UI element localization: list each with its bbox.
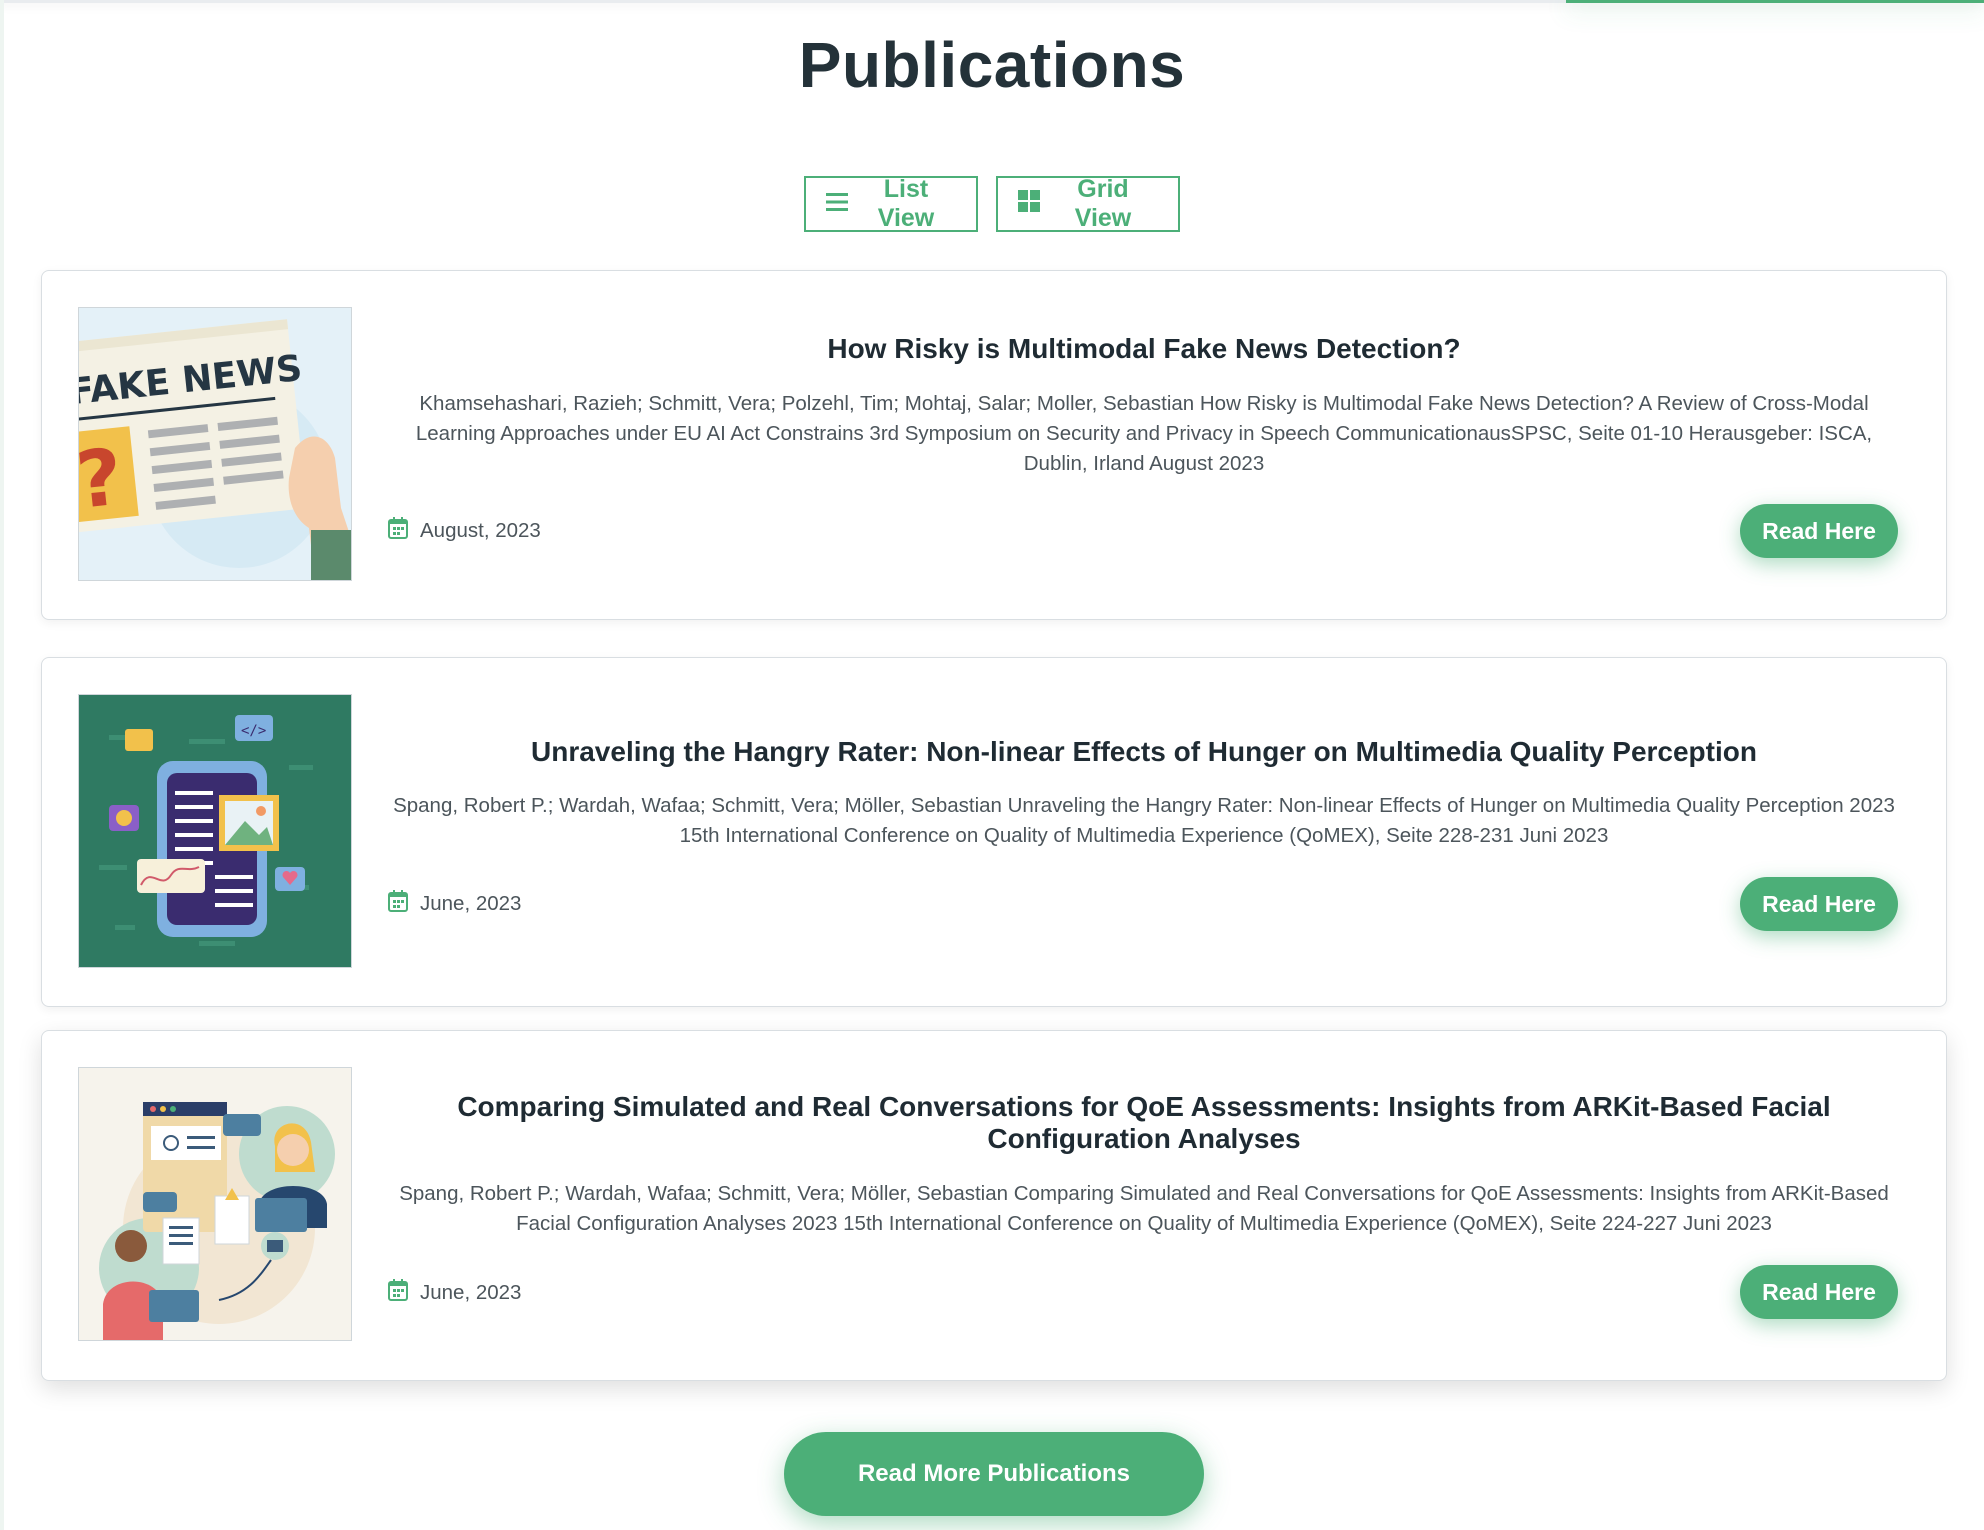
- read-here-button[interactable]: Read Here: [1740, 504, 1898, 558]
- publication-card: Comparing Simulated and Real Conversatio…: [41, 1030, 1947, 1381]
- publication-card: </> Unraveling the Hangry Rater: Non-lin…: [41, 657, 1947, 1007]
- multimedia-thumbnail: </>: [78, 694, 352, 968]
- publications-page: Publications List View Grid View FAKE NE…: [0, 0, 1984, 1530]
- list-view-label: List View: [877, 175, 935, 232]
- publication-description: Spang, Robert P.; Wardah, Wafaa; Schmitt…: [393, 794, 1895, 847]
- list-view-button[interactable]: List View: [804, 175, 978, 232]
- conversation-thumbnail: [78, 1067, 352, 1341]
- page-title: Publications: [798, 29, 1186, 101]
- date-label: June, 2023: [420, 1281, 522, 1304]
- date-label: June, 2023: [420, 892, 522, 915]
- grid-icon: [1018, 189, 1040, 219]
- svg-text:</>: </>: [241, 723, 266, 739]
- publication-title: How Risky is Multimodal Fake News Detect…: [827, 333, 1461, 364]
- calendar-icon: [388, 890, 408, 918]
- publication-date: August, 2023: [388, 517, 541, 545]
- grid-view-label: Grid View: [1074, 175, 1132, 232]
- list-icon: [826, 190, 848, 219]
- publication-card: FAKE NEWS ? How Risky is Multimodal Fake…: [41, 270, 1947, 620]
- fake-news-thumbnail: FAKE NEWS ?: [78, 307, 352, 581]
- publication-date: June, 2023: [388, 890, 521, 918]
- publication-title: Unraveling the Hangry Rater: Non-linear …: [531, 736, 1757, 767]
- publication-date: June, 2023: [388, 1279, 521, 1307]
- calendar-icon: [388, 517, 408, 545]
- publication-description: Khamsehashari, Razieh; Schmitt, Vera; Po…: [415, 392, 1873, 475]
- read-here-button[interactable]: Read Here: [1740, 1265, 1898, 1319]
- publication-description: Spang, Robert P.; Wardah, Wafaa; Schmitt…: [399, 1182, 1889, 1235]
- date-label: August, 2023: [420, 519, 541, 542]
- calendar-icon: [388, 1279, 408, 1307]
- read-here-button[interactable]: Read Here: [1740, 877, 1898, 931]
- top-accent-bar: [1566, 0, 1984, 3]
- grid-view-button[interactable]: Grid View: [996, 175, 1180, 232]
- read-more-publications-button[interactable]: Read More Publications: [784, 1432, 1204, 1516]
- view-toggle: List View Grid View: [0, 175, 1984, 232]
- publication-title: Comparing Simulated and Real Conversatio…: [457, 1091, 1831, 1154]
